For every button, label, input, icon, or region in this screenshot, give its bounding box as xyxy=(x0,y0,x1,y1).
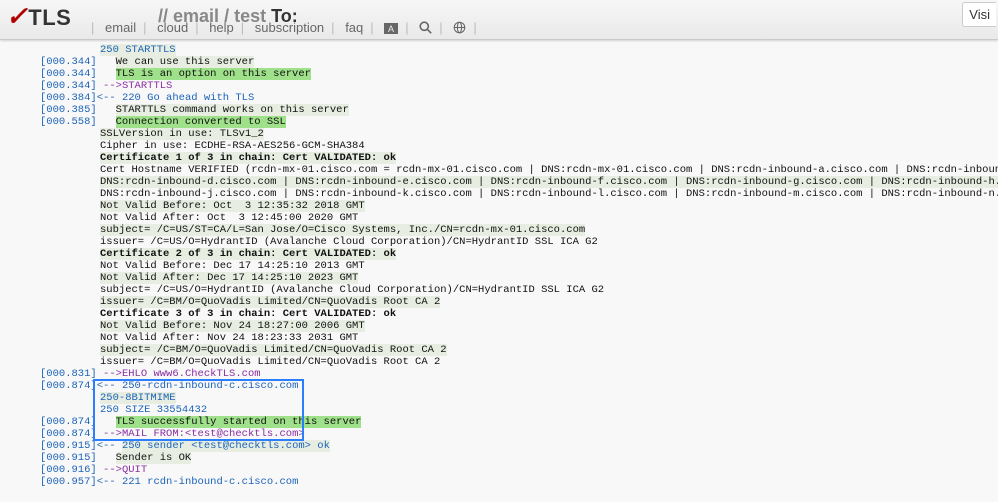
log-line: DNS:rcdn-inbound-d.cisco.com | DNS:rcdn-… xyxy=(40,176,958,188)
log-line: [000.874] -->MAIL FROM:<test@checktls.co… xyxy=(40,428,958,440)
log-line: issuer= /C=US/O=HydrantID (Avalanche Clo… xyxy=(40,236,958,248)
nav-subscription[interactable]: subscription xyxy=(255,20,324,35)
log-line: [000.915] Sender is OK xyxy=(40,452,958,464)
primary-nav: | email| cloud| help| subscription| faq|… xyxy=(84,20,484,35)
globe-icon[interactable] xyxy=(453,20,466,35)
log-line: Not Valid Before: Dec 17 14:25:10 2013 G… xyxy=(40,260,958,272)
log-line: Not Valid After: Oct 3 12:45:00 2020 GMT xyxy=(40,212,958,224)
log-line: 250 SIZE 33554432 xyxy=(40,404,958,416)
log-line: SSLVersion in use: TLSv1_2 xyxy=(40,128,958,140)
log-line: 250-8BITMIME xyxy=(40,392,958,404)
log-line: [000.915]<-- 250 sender <test@checktls.c… xyxy=(40,440,958,452)
nav-help[interactable]: help xyxy=(209,20,234,35)
font-icon[interactable]: A xyxy=(384,20,398,35)
nav-email[interactable]: email xyxy=(105,20,136,35)
log-line: 250 STARTTLS xyxy=(40,44,958,56)
site-logo[interactable]: ✓TLS xyxy=(6,2,71,32)
log-line: Certificate 2 of 3 in chain: Cert VALIDA… xyxy=(40,248,958,260)
log-line: Not Valid After: Nov 24 18:23:33 2031 GM… xyxy=(40,332,958,344)
log-line: [000.344] We can use this server xyxy=(40,56,958,68)
log-line: Certificate 1 of 3 in chain: Cert VALIDA… xyxy=(40,152,958,164)
log-line: [000.385] STARTTLS command works on this… xyxy=(40,104,958,116)
log-line: [000.957]<-- 221 rcdn-inbound-c.cisco.co… xyxy=(40,476,958,488)
header-bar: ✓TLS // email / test To: | email| cloud|… xyxy=(0,0,998,40)
log-line: Not Valid Before: Nov 24 18:27:00 2006 G… xyxy=(40,320,958,332)
visitor-button[interactable]: Visi xyxy=(962,2,996,27)
log-line: [000.344] -->STARTTLS xyxy=(40,80,958,92)
log-line: Cipher in use: ECDHE-RSA-AES256-GCM-SHA3… xyxy=(40,140,958,152)
log-line: [000.344] TLS is an option on this serve… xyxy=(40,68,958,80)
nav-faq[interactable]: faq xyxy=(345,20,363,35)
svg-text:A: A xyxy=(388,24,394,34)
log-line: issuer= /C=BM/O=QuoVadis Limited/CN=QuoV… xyxy=(40,296,958,308)
log-line: [000.916] -->QUIT xyxy=(40,464,958,476)
log-line: Not Valid Before: Oct 3 12:35:32 2018 GM… xyxy=(40,200,958,212)
log-line: [000.384]<-- 220 Go ahead with TLS xyxy=(40,92,958,104)
log-line: Not Valid After: Dec 17 14:25:10 2023 GM… xyxy=(40,272,958,284)
log-line: issuer= /C=BM/O=QuoVadis Limited/CN=QuoV… xyxy=(40,356,958,368)
log-line: [000.558] Connection converted to SSL xyxy=(40,116,958,128)
log-line: Cert Hostname VERIFIED (rcdn-mx-01.cisco… xyxy=(40,164,958,176)
log-line: [000.874] TLS successfully started on th… xyxy=(40,416,958,428)
log-line: [000.831] -->EHLO www6.CheckTLS.com xyxy=(40,368,958,380)
log-line: subject= /C=US/ST=CA/L=San Jose/O=Cisco … xyxy=(40,224,958,236)
log-output: 250 STARTTLS [000.344] We can use this s… xyxy=(0,40,998,498)
search-icon[interactable] xyxy=(419,20,432,35)
log-line: subject= /C=US/O=HydrantID (Avalanche Cl… xyxy=(40,284,958,296)
log-line: Certificate 3 of 3 in chain: Cert VALIDA… xyxy=(40,308,958,320)
nav-cloud[interactable]: cloud xyxy=(157,20,188,35)
log-line: subject= /C=BM/O=QuoVadis Limited/CN=Quo… xyxy=(40,344,958,356)
log-line: [000.874]<-- 250-rcdn-inbound-c.cisco.co… xyxy=(40,380,958,392)
log-line: DNS:rcdn-inbound-j.cisco.com | DNS:rcdn-… xyxy=(40,188,958,200)
